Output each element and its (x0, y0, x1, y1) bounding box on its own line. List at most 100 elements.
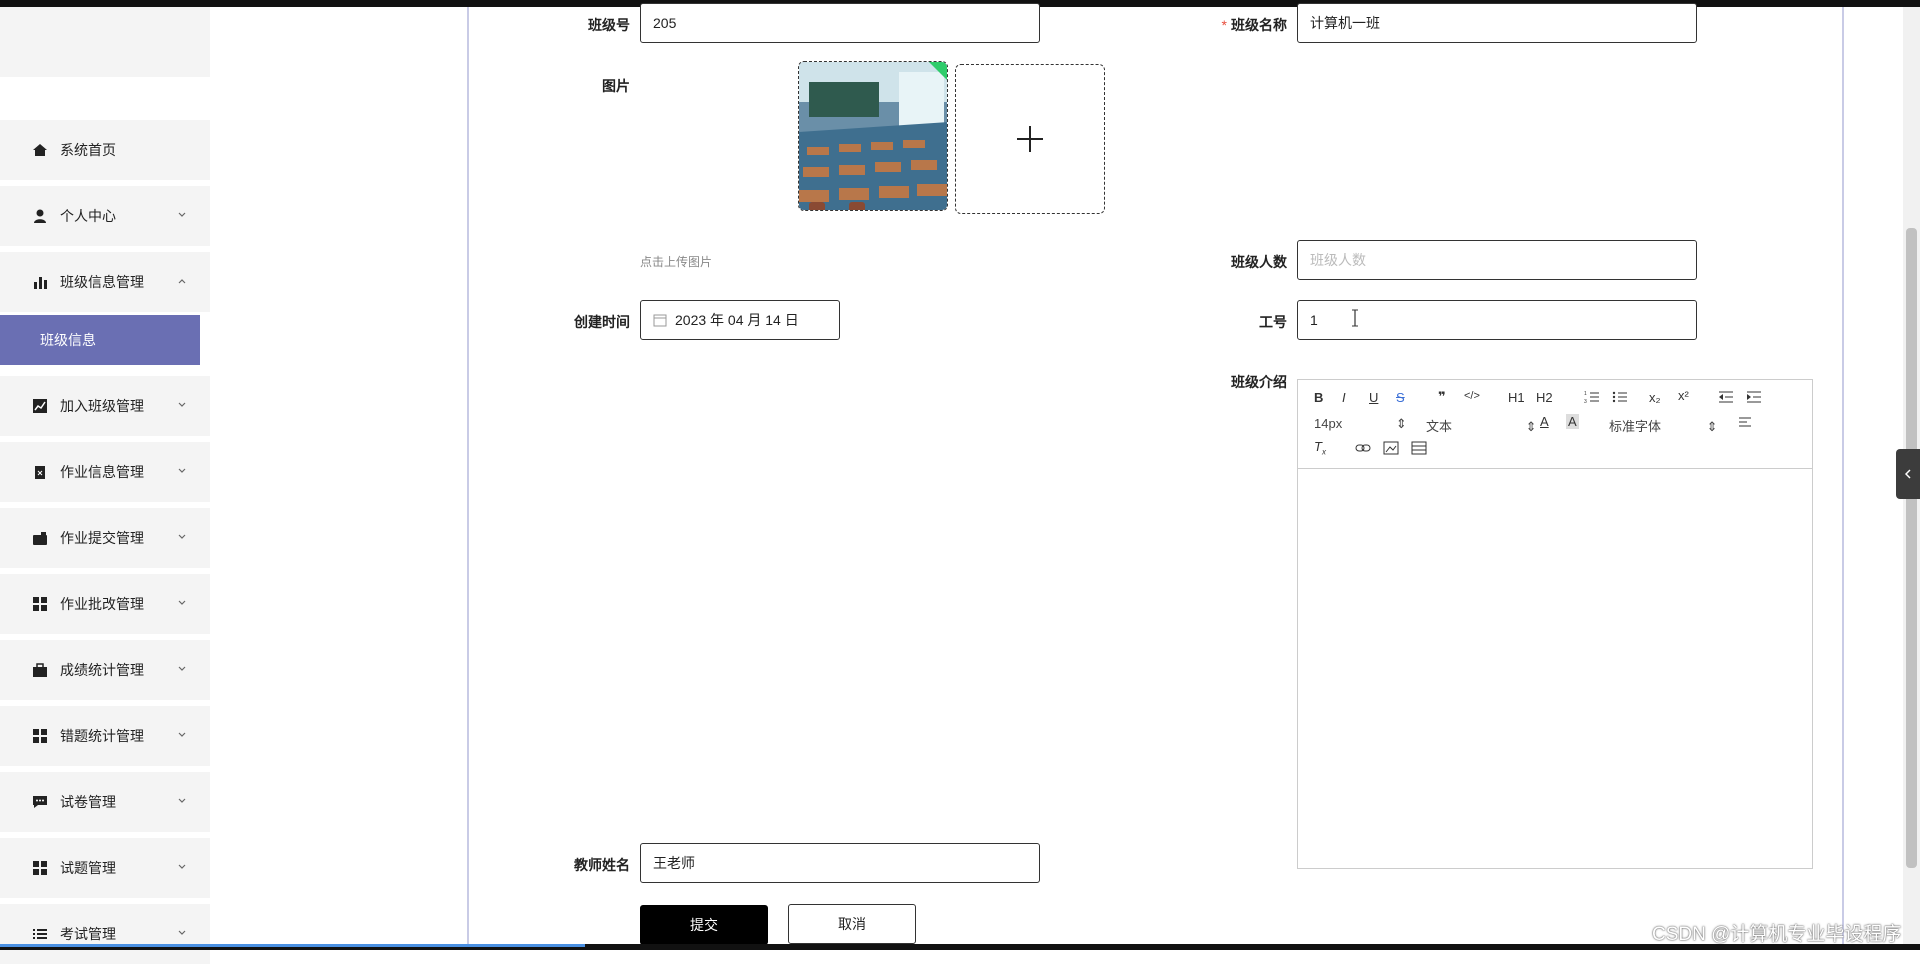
sidebar-item-label: 考试管理 (60, 926, 116, 942)
line-chart-icon (32, 398, 48, 414)
editor-content-area[interactable] (1298, 469, 1812, 868)
header-select[interactable]: 文本 ⇕ (1426, 416, 1537, 435)
video-insert-button[interactable] (1411, 441, 1427, 458)
chevron-down-icon (176, 860, 190, 874)
class-no-input[interactable]: 205 (640, 3, 1040, 43)
sidebar-item[interactable]: 作业信息管理 (0, 442, 210, 502)
bold-button[interactable]: B (1314, 390, 1323, 405)
underline-button[interactable]: U (1369, 390, 1378, 405)
sidebar-subitem-class-info[interactable]: 班级信息 (0, 315, 200, 365)
font-size-value: 14px (1314, 416, 1343, 431)
sidebar-item-label: 作业提交管理 (60, 530, 144, 546)
home-icon (32, 142, 48, 158)
calendar-icon (653, 314, 667, 327)
plus-icon (1017, 126, 1043, 152)
chevron-down-icon (176, 464, 190, 478)
sidebar-item-label: 成绩统计管理 (60, 662, 144, 678)
chevron-up-icon (176, 274, 190, 288)
sidebar-item[interactable]: 错题统计管理 (0, 706, 210, 766)
message-icon (32, 794, 48, 810)
outdent-icon (1719, 391, 1733, 403)
align-left-icon (1739, 417, 1751, 427)
class-size-label: 班级人数 (1231, 254, 1287, 270)
sidebar-item-label: 试卷管理 (60, 794, 116, 810)
sidebar-item[interactable]: 个人中心 (0, 186, 210, 246)
cancel-button[interactable]: 取消 (788, 904, 916, 944)
header-select-value: 文本 (1426, 419, 1453, 434)
upload-hint: 点击上传图片 (640, 255, 713, 269)
sidebar-item[interactable]: 作业提交管理 (0, 508, 210, 568)
image-label: 图片 (602, 78, 630, 94)
sidebar-item-label: 作业信息管理 (60, 464, 144, 480)
watermark-text: CSDN @计算机专业毕设程序 (1652, 924, 1902, 945)
chevron-down-icon (176, 398, 190, 412)
sidebar-item[interactable]: 加入班级管理 (0, 376, 210, 436)
font-family-select[interactable]: 标准字体 ⇕ (1609, 416, 1718, 435)
link-button[interactable] (1355, 441, 1371, 458)
indent-button[interactable] (1746, 390, 1762, 407)
sidebar-item[interactable]: 作业批改管理 (0, 574, 210, 634)
chevron-down-icon (176, 926, 190, 940)
align-button[interactable] (1738, 415, 1752, 432)
user-icon (32, 208, 48, 224)
blockquote-button[interactable]: ❞ (1438, 389, 1446, 405)
upload-add-button[interactable] (955, 64, 1105, 214)
sidebar-item-label: 错题统计管理 (60, 728, 144, 744)
loading-progress-bar (0, 944, 585, 947)
text-cursor-icon (1352, 309, 1358, 327)
classroom-photo (799, 62, 947, 210)
sidebar-item[interactable]: 班级信息管理 (0, 252, 210, 312)
class-name-input[interactable]: 计算机一班 (1297, 3, 1697, 43)
grid-icon (32, 860, 48, 876)
uploaded-classroom-image[interactable] (798, 61, 948, 211)
clipboard-icon (32, 464, 48, 480)
sidebar-item[interactable]: 试题管理 (0, 838, 210, 898)
svg-text:3: 3 (1584, 399, 1587, 404)
italic-button[interactable]: I (1342, 390, 1346, 405)
image-insert-button[interactable] (1383, 441, 1399, 458)
sidebar-item-label: 加入班级管理 (60, 398, 144, 414)
collapse-panel-button[interactable] (1896, 449, 1920, 499)
class-name-label-text: 班级名称 (1231, 17, 1287, 33)
sidebar-logo-area (0, 7, 210, 77)
created-at-date-picker[interactable]: 2023 年 04 月 14 日 (640, 300, 840, 340)
outdent-button[interactable] (1718, 390, 1734, 407)
submit-button[interactable]: 提交 (640, 905, 768, 945)
background-color-icon[interactable]: A (1566, 414, 1579, 429)
link-icon (1355, 444, 1371, 452)
page-scrollbar-thumb[interactable] (1906, 228, 1917, 868)
superscript-button[interactable]: x² (1678, 388, 1689, 403)
sidebar-item[interactable]: 系统首页 (0, 120, 210, 180)
sidebar-item-label: 试题管理 (60, 860, 116, 876)
font-family-value: 标准字体 (1609, 419, 1662, 434)
font-size-select[interactable]: 14px ⇕ (1314, 416, 1407, 432)
grid-icon (32, 596, 48, 612)
sidebar-item-label: 班级信息管理 (60, 274, 144, 290)
strike-button[interactable]: S (1396, 390, 1405, 405)
created-at-value: 2023 年 04 月 14 日 (675, 312, 799, 328)
sidebar-item[interactable]: 成绩统计管理 (0, 640, 210, 700)
bullet-list-icon (1612, 391, 1627, 403)
clean-format-button[interactable]: Tx (1314, 439, 1326, 457)
bullet-list-button[interactable] (1612, 390, 1628, 407)
code-block-button[interactable]: </> (1464, 390, 1480, 402)
font-color-icon[interactable]: A (1540, 414, 1549, 429)
sidebar-item[interactable]: 考试管理 (0, 904, 210, 964)
chevron-down-icon (176, 662, 190, 676)
h1-button[interactable]: H1 (1508, 390, 1525, 405)
sidebar-item-label: 作业批改管理 (60, 596, 144, 612)
class-no-label: 班级号 (588, 17, 630, 33)
class-size-input[interactable]: 班级人数 (1297, 240, 1697, 280)
ordered-list-button[interactable]: 13 (1584, 390, 1600, 407)
wallet-icon (32, 530, 48, 546)
bar-chart-icon (32, 274, 48, 290)
teacher-name-input[interactable]: 王老师 (640, 843, 1040, 883)
chevron-down-icon (176, 596, 190, 610)
sidebar-item[interactable]: 试卷管理 (0, 772, 210, 832)
created-at-label: 创建时间 (574, 314, 630, 330)
h2-button[interactable]: H2 (1536, 390, 1553, 405)
indent-icon (1747, 391, 1761, 403)
chevron-down-icon (176, 728, 190, 742)
subscript-button[interactable]: x₂ (1649, 390, 1661, 405)
rich-text-editor: B I U S ❞ </> H1 H2 13 x₂ x² 14px ⇕ 文本 ⇕… (1297, 379, 1813, 869)
